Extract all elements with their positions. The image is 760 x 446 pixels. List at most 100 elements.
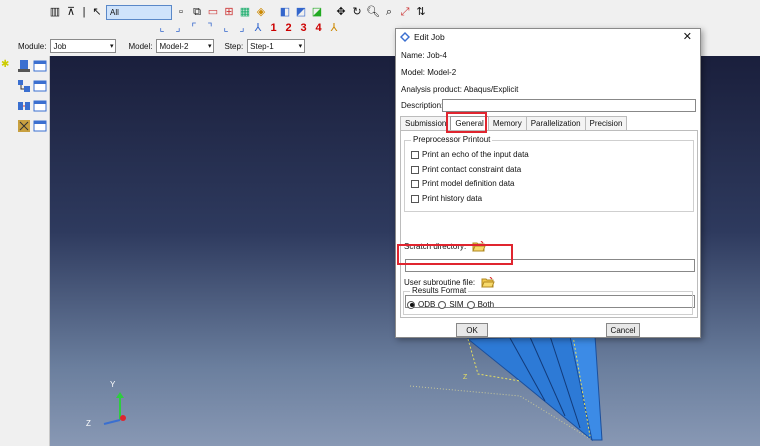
lightbulb-icon[interactable]: ✱ (1, 59, 15, 73)
model-value: Model-2 (159, 41, 189, 51)
sim-radio[interactable] (438, 300, 447, 309)
view-back-icon[interactable]: ⌟ (171, 21, 185, 35)
folder-open-icon[interactable] (481, 277, 495, 288)
tab-memory[interactable]: Memory (487, 116, 527, 130)
print-model-label: Print model definition data (422, 179, 515, 188)
close-icon[interactable]: ✕ (683, 30, 692, 43)
view-front-icon[interactable]: ⌞ (155, 21, 169, 35)
box-zoom-icon[interactable]: ⌕ (382, 6, 396, 20)
model-label: Model: (128, 41, 153, 51)
tab-general[interactable]: General (450, 116, 489, 130)
module-select[interactable]: Job ▾ (50, 39, 117, 53)
part-csys-label: Z (463, 374, 468, 381)
view-top-icon[interactable]: ⌜ (187, 21, 201, 35)
step-label: Step: (224, 41, 244, 51)
print-echo-option[interactable]: Print an echo of the input data (411, 150, 529, 159)
results-format-options: ODB SIM Both (407, 300, 494, 309)
render-icon[interactable]: ▦ (238, 6, 252, 20)
both-label: Both (477, 300, 495, 309)
cycle-views-icon[interactable]: ⇅ (414, 6, 428, 20)
iso-view-icon[interactable]: ⅄ (327, 21, 341, 35)
view-4-button[interactable]: 4 (312, 22, 325, 34)
select-mode-icon[interactable]: ▫ (174, 6, 188, 20)
folder-open-icon[interactable] (472, 241, 486, 252)
print-history-checkbox[interactable] (411, 194, 419, 203)
print-contact-label: Print contact constraint data (422, 165, 522, 174)
color-code-icon[interactable]: ◈ (254, 6, 268, 20)
coexecution-manager-icon[interactable] (33, 99, 47, 113)
print-echo-checkbox[interactable] (411, 150, 419, 159)
box-select-icon[interactable]: ▭ (206, 6, 220, 20)
triad-y-label: Y (110, 380, 116, 389)
view-1-button[interactable]: 1 (267, 22, 280, 34)
toolbar-row-views: ⌞ ⌟ ⌜ ⌝ ⌞ ⌟ ⅄ 1 2 3 4 ⅄ (155, 21, 341, 35)
selection-filter-select[interactable]: All (106, 5, 172, 20)
chevron-down-icon: ▾ (109, 43, 114, 50)
dialog-title: Edit Job (414, 32, 445, 42)
select-copy-icon[interactable]: ⧉ (190, 6, 204, 20)
print-model-option[interactable]: Print model definition data (411, 179, 515, 188)
tab-submission[interactable]: Submission (400, 116, 452, 130)
job-create-icon[interactable] (17, 59, 31, 73)
view-right-icon[interactable]: ⌟ (235, 21, 249, 35)
ruler-icon[interactable]: ⊼ (64, 6, 78, 20)
zoom-icon[interactable]: 🔍︎ (366, 6, 380, 20)
job-name-line: Name: Job-4 (401, 51, 447, 60)
ok-button[interactable]: OK (456, 323, 488, 337)
pan-icon[interactable]: ✥ (334, 6, 348, 20)
query-icon[interactable]: ▥ (48, 6, 62, 20)
view-shaded-icon[interactable]: ◩ (294, 6, 308, 20)
module-toolbox: ✱ (0, 56, 50, 446)
tab-precision[interactable]: Precision (584, 116, 628, 130)
view-cube-icon[interactable]: ◪ (310, 6, 324, 20)
auto-fit-icon[interactable]: ⤢ (398, 6, 412, 20)
chevron-down-icon: ▾ (207, 43, 212, 50)
print-contact-option[interactable]: Print contact constraint data (411, 165, 521, 174)
analysis-product-line: Analysis product: Abaqus/Explicit (401, 85, 519, 94)
partition-icon[interactable]: ⊞ (222, 6, 236, 20)
dialog-tabs: Submission General Memory Parallelizatio… (400, 116, 628, 130)
adaptivity-icon[interactable] (17, 79, 31, 93)
cancel-button[interactable]: Cancel (606, 323, 640, 337)
view-left-icon[interactable]: ⌞ (219, 21, 233, 35)
separator (326, 6, 332, 20)
print-echo-label: Print an echo of the input data (422, 150, 529, 159)
odb-radio[interactable] (407, 300, 415, 309)
scratch-directory-input[interactable] (405, 259, 695, 272)
print-model-checkbox[interactable] (411, 179, 419, 188)
print-history-label: Print history data (422, 194, 483, 203)
module-label: Module: (18, 41, 47, 51)
optimization-icon[interactable] (17, 119, 31, 133)
description-input[interactable] (442, 99, 696, 112)
scratch-directory-row: Scratch directory: (404, 241, 486, 252)
both-radio[interactable] (466, 300, 475, 309)
adaptivity-manager-icon[interactable] (33, 79, 47, 93)
view-3-button[interactable]: 3 (297, 22, 310, 34)
optimization-manager-icon[interactable] (33, 119, 47, 133)
rotate-icon[interactable]: ↻ (350, 6, 364, 20)
view-2-button[interactable]: 2 (282, 22, 295, 34)
context-bar: Module: Job ▾ Model: Model-2 ▾ Step: Ste… (18, 39, 306, 53)
job-model-line: Model: Model-2 (401, 68, 457, 77)
coexecution-icon[interactable] (17, 99, 31, 113)
triad-y-arrow (116, 392, 124, 398)
print-history-option[interactable]: Print history data (411, 194, 482, 203)
step-select[interactable]: Step-1 ▾ (247, 39, 306, 53)
dialog-titlebar[interactable]: Edit Job (396, 29, 700, 45)
print-contact-checkbox[interactable] (411, 165, 419, 174)
edit-job-dialog: Edit Job ✕ Name: Job-4 Model: Model-2 An… (395, 28, 701, 338)
chevron-down-icon: ▾ (298, 43, 303, 50)
module-value: Job (53, 41, 67, 51)
model-select[interactable]: Model-2 ▾ (156, 39, 215, 53)
results-format-title: Results Format (410, 286, 469, 295)
triad-x-axis (120, 415, 126, 421)
tab-parallelization[interactable]: Parallelization (525, 116, 586, 130)
view-bottom-icon[interactable]: ⌝ (203, 21, 217, 35)
preprocessor-printout-title: Preprocessor Printout (411, 135, 493, 144)
select-arrow-icon[interactable]: ↖ (90, 6, 104, 20)
job-manager-icon[interactable] (33, 59, 47, 73)
toolbar-row-selection: ▥ ⊼ | ↖ All ▫ ⧉ ▭ ⊞ ▦ ◈ ◧ ◩ ◪ ✥ ↻ 🔍︎ ⌕ ⤢… (48, 5, 428, 20)
view-axes-icon[interactable]: ⅄ (251, 21, 265, 35)
view-iso-icon[interactable]: ◧ (278, 6, 292, 20)
description-label: Description: (401, 101, 444, 110)
